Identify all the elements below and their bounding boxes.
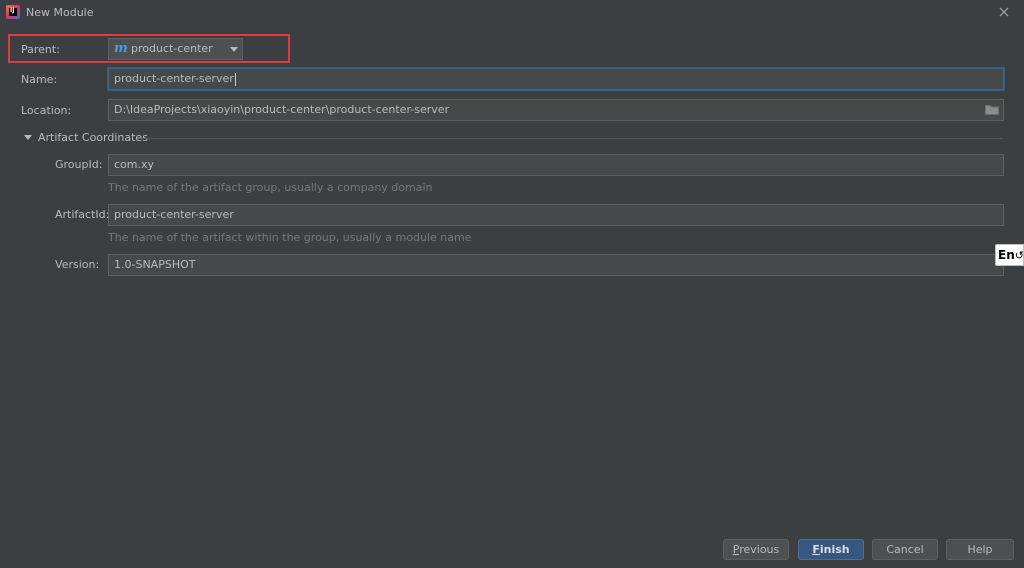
triangle-down-icon[interactable] — [24, 135, 32, 140]
groupid-input[interactable]: com.xy — [108, 154, 1004, 176]
parent-value: product-center — [131, 42, 213, 55]
intellij-icon: IJ — [6, 5, 20, 19]
groupid-hint: The name of the artifact group, usually … — [108, 181, 433, 194]
artifactid-input-value: product-center-server — [114, 208, 234, 221]
help-button[interactable]: Help — [946, 539, 1014, 560]
finish-button[interactable]: Finish — [798, 539, 864, 560]
name-input-value: product-center-server — [114, 72, 234, 85]
finish-label: inish — [819, 543, 850, 556]
name-input[interactable]: product-center-server — [108, 68, 1004, 90]
version-label: Version: — [55, 258, 100, 271]
section-separator — [141, 138, 1003, 139]
cancel-button[interactable]: Cancel — [872, 539, 938, 560]
parent-label: Parent: — [21, 43, 60, 56]
close-icon[interactable] — [996, 4, 1012, 20]
location-input[interactable]: D:\IdeaProjects\xiaoyin\product-center\p… — [108, 99, 1004, 121]
section-title: Artifact Coordinates — [38, 131, 148, 144]
previous-label: revious — [739, 543, 780, 556]
artifactid-input[interactable]: product-center-server — [108, 204, 1004, 226]
chevron-down-icon — [230, 47, 238, 52]
location-label: Location: — [21, 104, 72, 117]
ime-indicator[interactable]: En↺ — [995, 244, 1024, 266]
folder-icon[interactable] — [985, 104, 999, 115]
artifactid-label: ArtifactId: — [55, 208, 110, 221]
name-label: Name: — [21, 73, 58, 86]
parent-dropdown[interactable]: m product-center — [108, 38, 243, 60]
ime-toggle-icon: ↺ — [1014, 249, 1024, 262]
ime-label: En — [998, 248, 1015, 262]
artifactid-hint: The name of the artifact within the grou… — [108, 231, 472, 244]
version-input[interactable]: 1.0-SNAPSHOT — [108, 254, 1004, 276]
window-title: New Module — [26, 6, 94, 19]
finish-mnemonic: F — [812, 543, 820, 556]
location-input-value: D:\IdeaProjects\xiaoyin\product-center\p… — [114, 103, 450, 116]
groupid-input-value: com.xy — [114, 158, 155, 171]
text-caret — [234, 72, 236, 86]
maven-module-icon: m — [114, 41, 128, 56]
title-bar: IJ New Module — [0, 0, 1024, 26]
previous-button[interactable]: Previous — [723, 539, 789, 560]
version-input-value: 1.0-SNAPSHOT — [114, 258, 196, 271]
groupid-label: GroupId: — [55, 158, 103, 171]
